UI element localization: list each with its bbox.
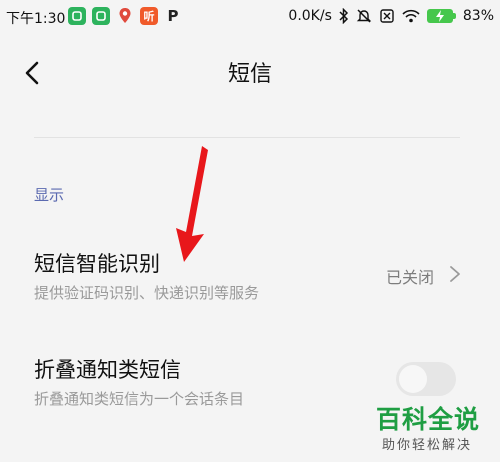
app-header: 短信	[0, 44, 500, 100]
green-app-icon-2	[92, 7, 110, 25]
setting-subtitle: 提供验证码识别、快递识别等服务	[34, 284, 260, 302]
section-label-display: 显示	[34, 186, 65, 204]
status-bar: 下午1:30 听 P 0.0K/s 83%	[0, 0, 500, 34]
setting-subtitle: 折叠通知类短信为一个会话条目	[34, 390, 245, 408]
bluetooth-icon	[339, 8, 349, 24]
net-speed: 0.0K/s	[288, 8, 332, 24]
red-arrow-annotation-icon	[176, 146, 208, 262]
p-app-icon: P	[167, 7, 179, 25]
toggle-knob	[399, 365, 427, 393]
watermark-main: 百科全说	[376, 405, 481, 434]
setting-title: 折叠通知类短信	[34, 358, 181, 382]
setting-row-smart-recognition[interactable]: 短信智能识别 提供验证码识别、快递识别等服务 已关闭	[0, 238, 500, 310]
mute-bell-icon	[356, 8, 372, 24]
status-right-group: 0.0K/s 83%	[288, 8, 494, 24]
divider	[34, 137, 460, 138]
battery-icon	[426, 9, 456, 23]
page-title: 短信	[227, 62, 272, 87]
setting-value: 已关闭	[385, 268, 434, 287]
watermark-logo: 百科全说 助你轻松解决	[372, 400, 494, 458]
fold-notifications-toggle[interactable]	[396, 362, 456, 396]
wifi-icon	[402, 9, 420, 23]
battery-percent: 83%	[462, 8, 494, 24]
status-time: 下午1:30	[6, 11, 66, 27]
chevron-right-icon	[450, 266, 460, 282]
green-app-icon	[68, 7, 86, 25]
status-app-icons: 听 P	[68, 7, 182, 25]
sim-off-icon	[379, 8, 395, 24]
location-pin-icon	[116, 7, 134, 25]
watermark-sub: 助你轻松解决	[382, 438, 473, 453]
setting-title: 短信智能识别	[34, 252, 160, 276]
ting-app-icon: 听	[140, 7, 158, 25]
